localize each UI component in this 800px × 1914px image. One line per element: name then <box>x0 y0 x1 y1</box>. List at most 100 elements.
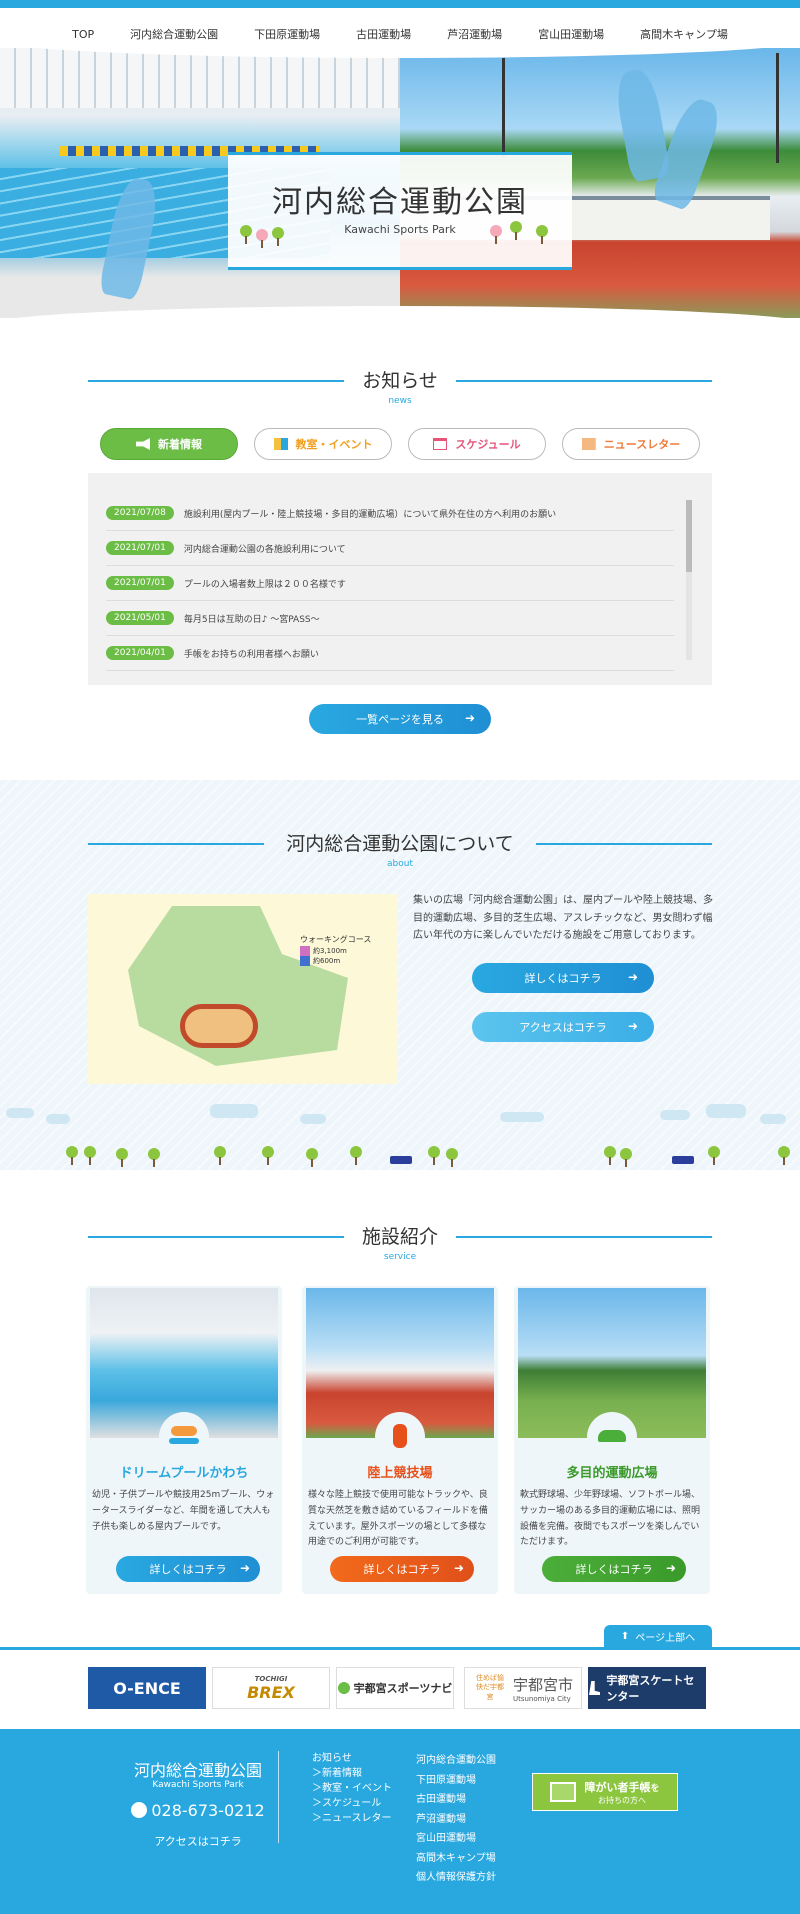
facility-card-field: 多目的運動広場 軟式野球場、少年野球場、ソフトボール場、サッカー場のある多目的運… <box>514 1286 710 1594</box>
tab-newsletter[interactable]: ニュースレター <box>562 428 700 460</box>
banner-brex[interactable]: TOCHIGI BREX <box>212 1667 330 1709</box>
footer-link[interactable]: ＞ニュースレター <box>312 1811 392 1826</box>
map-legend-1: 約3,100m <box>300 946 347 956</box>
arrow-right-icon: ➜ <box>239 1561 250 1575</box>
tab-events[interactable]: 教室・イベント <box>254 428 392 460</box>
field-detail-button[interactable]: 詳しくはコチラ ➜ <box>542 1556 686 1582</box>
facility-description: 様々な陸上競技で使用可能なトラックや、良質な天然芝を敷き詰めているフィールドを備… <box>308 1490 488 1548</box>
footer-link[interactable]: 個人情報保護方針 <box>416 1868 496 1888</box>
envelope-icon <box>581 438 596 450</box>
banner-skate-center[interactable]: 宇都宮スケートセンター <box>588 1667 706 1709</box>
sportsnavi-logo-icon <box>337 1682 350 1694</box>
footer-access-link[interactable]: アクセスはコチラ <box>100 1833 296 1849</box>
arrow-right-icon: ➜ <box>627 1019 638 1033</box>
service-heading: 施設紹介 service <box>88 1222 712 1262</box>
cleats-icon <box>587 1412 637 1462</box>
decorative-park-illustration <box>0 1100 800 1170</box>
bench-icon <box>390 1156 412 1164</box>
map-legend-2: 約600m <box>300 956 340 966</box>
facility-name: 陸上競技場 <box>367 1466 433 1481</box>
track-map-shape <box>180 1004 258 1048</box>
nav-kawachi[interactable]: 河内総合運動公園 <box>112 26 236 42</box>
arrow-right-icon: ➜ <box>453 1561 464 1575</box>
phone-icon <box>131 1802 148 1818</box>
footer-news-links: お知らせ ＞新着情報 ＞教室・イベント ＞スケジュール ＞ニュースレター <box>312 1751 392 1826</box>
news-heading: お知らせ news <box>88 366 712 406</box>
footer-link[interactable]: ＞新着情報 <box>312 1766 392 1781</box>
footer-facility-links: 河内総合運動公園 下田原運動場 古田運動場 芦沼運動場 宮山田運動場 高間木キャ… <box>416 1751 496 1888</box>
news-item[interactable]: 2021/07/01 プールの入場者数上限は２００名様です <box>106 566 674 601</box>
tab-schedule[interactable]: スケジュール <box>408 428 546 460</box>
book-icon <box>273 438 288 450</box>
facility-name: 多目的運動広場 <box>566 1466 658 1481</box>
news-more-button[interactable]: 一覧ページを見る ➜ <box>309 704 491 734</box>
service-title-en: service <box>383 1252 417 1262</box>
footer-link[interactable]: ＞教室・イベント <box>312 1781 392 1796</box>
scrollbar-thumb[interactable] <box>686 500 692 572</box>
about-access-button[interactable]: アクセスはコチラ ➜ <box>472 1012 654 1042</box>
page-top-button[interactable]: ⬆ ページ上部へ <box>604 1625 712 1647</box>
news-item[interactable]: 2021/05/01 毎月5日は互助の日♪ ～宮PASS～ <box>106 601 674 636</box>
footer-link[interactable]: 芦沼運動場 <box>416 1810 496 1830</box>
skate-icon <box>589 1681 601 1695</box>
footer-link[interactable]: 宮山田運動場 <box>416 1829 496 1849</box>
map-legend-title: ウォーキングコース <box>300 935 372 944</box>
disability-card-banner[interactable]: 障がい者手帳を お持ちの方へ <box>532 1773 678 1811</box>
about-title-en: about <box>387 859 413 869</box>
arrow-right-icon: ➜ <box>627 970 638 984</box>
news-item[interactable]: 2021/04/01 手帳をお持ちの利用者様へお願い <box>106 636 674 671</box>
about-title: 河内総合運動公園について <box>286 833 514 855</box>
arrow-right-icon: ➜ <box>464 711 475 725</box>
footer-link[interactable]: 古田運動場 <box>416 1790 496 1810</box>
arrow-up-icon: ⬆ <box>620 1630 630 1642</box>
nav-miyayamada[interactable]: 宮山田運動場 <box>520 26 622 42</box>
nav-top[interactable]: TOP <box>54 28 112 41</box>
news-tabs: 新着情報 教室・イベント スケジュール ニュースレター <box>100 428 700 460</box>
footer: 河内総合運動公園 Kawachi Sports Park 028-673-021… <box>0 1729 800 1914</box>
facility-card-track: 陸上競技場 様々な陸上競技で使用可能なトラックや、良質な天然芝を敷き詰めているフ… <box>302 1286 498 1594</box>
about-heading: 河内総合運動公園について about <box>88 829 712 869</box>
nav-takamagi[interactable]: 高間木キャンプ場 <box>622 26 746 42</box>
facility-description: 軟式野球場、少年野球場、ソフトボール場、サッカー場のある多目的運動広場には、照明… <box>520 1490 701 1548</box>
footer-divider <box>278 1751 279 1843</box>
news-title-en: news <box>388 396 412 406</box>
service-title: 施設紹介 <box>361 1226 438 1248</box>
about-detail-button[interactable]: 詳しくはコチラ ➜ <box>472 963 654 993</box>
megaphone-icon <box>136 438 150 450</box>
partner-banners: O-ENCE TOCHIGI BREX 宇都宮スポーツナビ 住めば愉快だ宇都宮 … <box>0 1647 800 1729</box>
footer-link[interactable]: 下田原運動場 <box>416 1771 496 1791</box>
about-description: 集いの広場「河内総合運動公園」は、屋内プールや陸上競技場、多目的運動広場、多目的… <box>413 895 713 941</box>
bench-icon-2 <box>672 1156 694 1164</box>
footer-link[interactable]: 高間木キャンプ場 <box>416 1849 496 1869</box>
hero: 河内総合運動公園 Kawachi Sports Park <box>0 48 800 318</box>
pool-detail-button[interactable]: 詳しくはコチラ ➜ <box>116 1556 260 1582</box>
news-item[interactable]: 2021/07/08 施設利用(屋内プール・陸上競技場・多目的運動広場）について… <box>106 496 674 531</box>
nav-ashinuma[interactable]: 芦沼運動場 <box>429 26 520 42</box>
nav-furuta[interactable]: 古田運動場 <box>338 26 429 42</box>
footer-link[interactable]: お知らせ <box>312 1751 392 1766</box>
calendar-icon <box>433 438 448 450</box>
handbook-icon <box>550 1782 577 1802</box>
news-item[interactable]: 2021/07/01 河内総合運動公園の各施設利用について <box>106 531 674 566</box>
banner-utsunomiya-city[interactable]: 住めば愉快だ宇都宮 宇都宮市 Utsunomiya City <box>464 1667 582 1709</box>
track-detail-button[interactable]: 詳しくはコチラ ➜ <box>330 1556 474 1582</box>
hero-title: 河内総合運動公園 <box>272 185 528 220</box>
facility-card-pool: ドリームプールかわち 幼児・子供プールや競技用25mプール、ウォータースライダー… <box>86 1286 282 1594</box>
footer-park-name: 河内総合運動公園 <box>133 1761 262 1780</box>
news-title: お知らせ <box>362 370 438 392</box>
news-list: 2021/07/08 施設利用(屋内プール・陸上競技場・多目的運動広場）について… <box>88 473 712 685</box>
facility-description: 幼児・子供プールや競技用25mプール、ウォータースライダーなど、年間を通して大人… <box>92 1490 275 1532</box>
footer-link[interactable]: ＞スケジュール <box>312 1796 392 1811</box>
top-accent-bar <box>0 0 800 8</box>
tab-new[interactable]: 新着情報 <box>100 428 238 460</box>
arrow-right-icon: ➜ <box>665 1561 676 1575</box>
news-scrollbar[interactable] <box>686 500 692 660</box>
footer-link[interactable]: 河内総合運動公園 <box>416 1751 496 1771</box>
nav-shimotahara[interactable]: 下田原運動場 <box>236 26 338 42</box>
facility-name: ドリームプールかわち <box>119 1466 249 1481</box>
banner-oence[interactable]: O-ENCE <box>88 1667 206 1709</box>
swimmer-icon <box>159 1412 209 1462</box>
footer-tel[interactable]: 028-673-0212 <box>100 1801 296 1820</box>
banner-sportsnavi[interactable]: 宇都宮スポーツナビ <box>336 1667 454 1709</box>
runner-icon <box>375 1412 425 1462</box>
